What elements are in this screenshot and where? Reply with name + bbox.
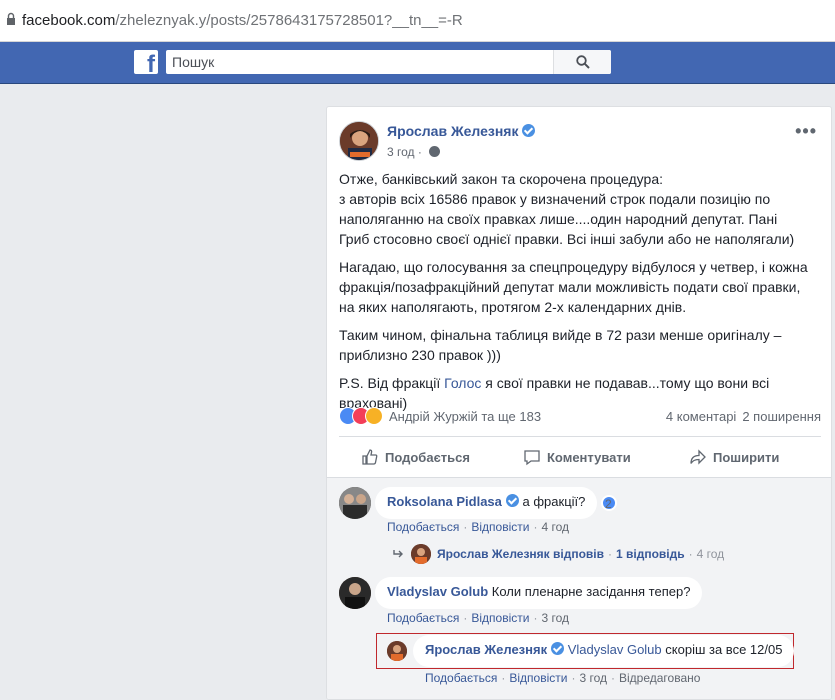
comments-count[interactable]: 4 коментарі <box>666 409 736 424</box>
search-input[interactable] <box>172 53 562 71</box>
reply-arrow-icon <box>393 550 403 558</box>
reply-author-avatar[interactable] <box>387 641 407 661</box>
comment-text: Коли пленарне засідання тепер? <box>491 584 691 599</box>
comment-bubble: Roksolana Pidlasa а фракції? <box>375 487 618 519</box>
reply-bubble: Ярослав Железняк Vladyslav Golub скоріш … <box>413 635 795 667</box>
comment-actions: Подобається · Відповісти · 3 год <box>387 611 569 625</box>
post-meta: 3 год · <box>387 145 441 159</box>
more-options-icon[interactable]: ••• <box>795 121 817 142</box>
comment-reply-link[interactable]: Відповісти <box>471 611 529 625</box>
commenter-name[interactable]: Vladyslav Golub <box>387 584 488 599</box>
post-text: Отже, банківський закон та скорочена про… <box>339 169 809 421</box>
post-time[interactable]: 3 год <box>387 145 415 159</box>
reply-edited[interactable]: Відредаговано <box>619 671 700 685</box>
share-button[interactable]: Поширити <box>689 437 779 477</box>
search-icon <box>576 55 590 69</box>
comment-like-link[interactable]: Подобається <box>387 520 459 534</box>
reply-reply-link[interactable]: Відповісти <box>509 671 567 685</box>
post-paragraph: Отже, банківський закон та скорочена про… <box>339 171 795 247</box>
divider <box>327 477 831 478</box>
url-text[interactable]: facebook.com/zheleznyak.y/posts/25786431… <box>22 12 463 29</box>
facebook-logo-icon[interactable]: f <box>134 50 158 74</box>
comment-bubble: Vladyslav Golub Коли пленарне засідання … <box>375 577 703 609</box>
search-box[interactable] <box>166 50 611 74</box>
verified-badge-icon <box>551 642 565 655</box>
haha-reaction-icon[interactable] <box>365 407 383 425</box>
post-paragraph: Таким чином, фінальна таблиця вийде в 72… <box>339 327 782 363</box>
reply-mention[interactable]: Vladyslav Golub <box>568 642 662 657</box>
thumbs-up-icon <box>362 449 378 465</box>
commenter-name[interactable]: Roksolana Pidlasa <box>387 494 519 509</box>
verified-badge-icon <box>505 494 519 507</box>
browser-address-bar[interactable]: facebook.com/zheleznyak.y/posts/25786431… <box>0 0 835 42</box>
comment-button[interactable]: Коментувати <box>523 437 631 477</box>
reply-actions: Подобається · Відповісти · 3 год · Відредагова… <box>425 671 701 685</box>
post-card: Ярослав Железняк 3 год · ••• Отже, банкі… <box>326 106 832 700</box>
like-button[interactable]: Подобається <box>361 437 470 477</box>
comment-actions: Подобається · Відповісти · 4 год <box>387 520 569 534</box>
shares-count[interactable]: 2 поширення <box>742 409 821 424</box>
post-author-name[interactable]: Ярослав Железняк <box>387 123 536 139</box>
commenter-avatar[interactable] <box>339 487 371 519</box>
reply-text: скоріш за все 12/05 <box>665 642 783 657</box>
comment-like-link[interactable]: Подобається <box>387 611 459 625</box>
golos-link[interactable]: Голос <box>444 375 481 391</box>
author-avatar[interactable] <box>339 121 379 161</box>
post-paragraph: Нагадаю, що голосування за спецпроцедуру… <box>339 259 808 315</box>
commenter-avatar[interactable] <box>339 577 371 609</box>
comment-time[interactable]: 4 год <box>541 520 569 534</box>
lock-icon <box>7 12 15 25</box>
reply-author-name[interactable]: Ярослав Железняк <box>425 642 565 657</box>
verified-badge-icon <box>522 124 536 137</box>
url-host: facebook.com <box>22 12 116 29</box>
comment-time[interactable]: 3 год <box>541 611 569 625</box>
url-path: /zheleznyak.y/posts/2578643175728501?__t… <box>115 12 463 29</box>
reactions-bar: Андрій Журжій та ще 183 4 коментарі 2 пош… <box>339 407 821 427</box>
view-replies-link[interactable]: Ярослав Железняк відповів · 1 відповідь · 4 … <box>393 544 724 564</box>
comment-bubble-icon <box>524 450 540 466</box>
reply-time[interactable]: 3 год <box>579 671 607 685</box>
reply-like-link[interactable]: Подобається <box>425 671 497 685</box>
comment-reply-link[interactable]: Відповісти <box>471 520 529 534</box>
post-counts: 4 коментарі 2 поширення <box>666 409 821 424</box>
reactions-names[interactable]: Андрій Журжій та ще 183 <box>389 409 541 424</box>
post-actions: Подобається Коментувати Поширити <box>339 437 821 477</box>
share-arrow-icon <box>690 449 706 465</box>
reply-author-avatar <box>411 544 431 564</box>
comment-like-count[interactable]: 2 <box>605 497 612 511</box>
search-button[interactable] <box>553 50 611 74</box>
comment-text: а фракції? <box>522 494 586 509</box>
globe-icon <box>429 146 441 157</box>
